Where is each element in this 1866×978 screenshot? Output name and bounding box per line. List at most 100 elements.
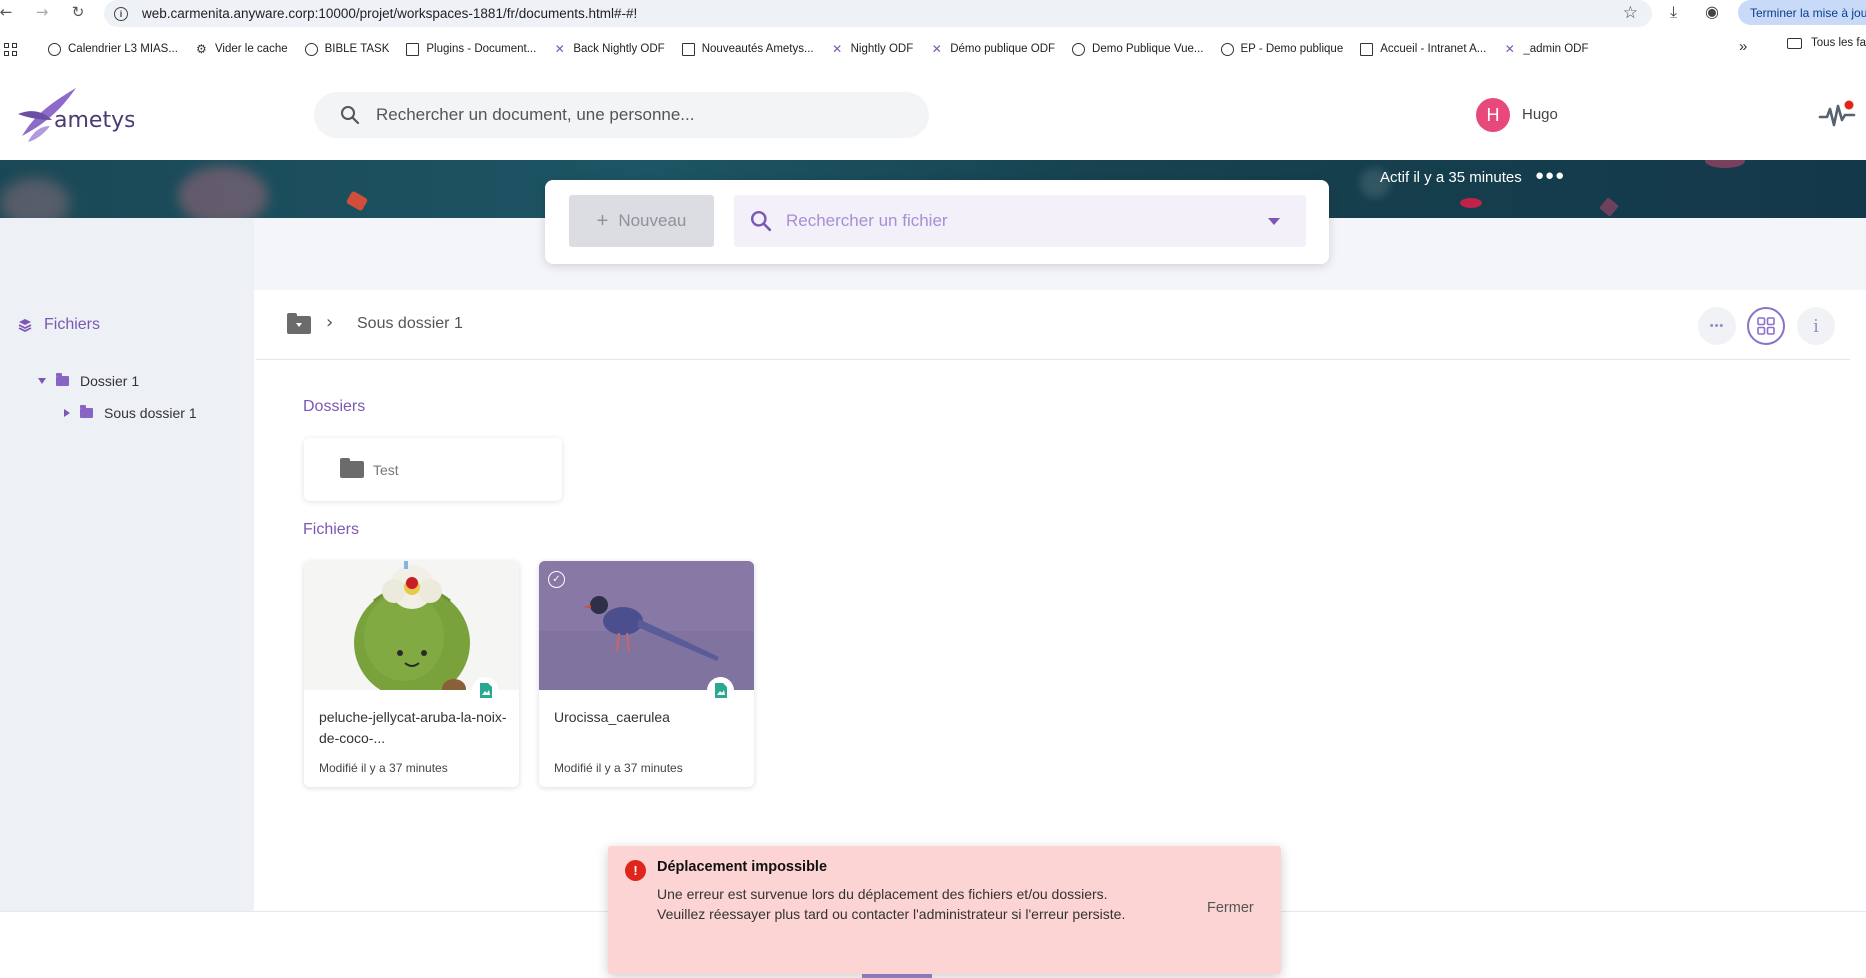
all-bookmarks-folder[interactable]: Tous les favoris — [1787, 37, 1866, 49]
globe-icon — [304, 42, 318, 56]
status-more-icon[interactable]: ●●● — [1535, 167, 1565, 184]
update-browser-button[interactable]: Terminer la mise à jour — [1738, 0, 1866, 25]
apps-grid-icon[interactable] — [4, 43, 17, 56]
bookmark-label: BIBLE TASK — [324, 43, 390, 55]
butterfly-icon: ✕ — [1504, 42, 1515, 56]
tree-item-sous-dossier-1[interactable]: Sous dossier 1 — [64, 405, 197, 421]
bookmark-item[interactable]: Plugins - Document... — [406, 42, 537, 56]
file-modified-date: Modifié il y a 37 minutes — [319, 761, 448, 775]
file-card[interactable]: peluche-jellycat-aruba-la-noix-de-coco-.… — [304, 561, 519, 787]
profile-icon[interactable]: ◉ — [1705, 2, 1719, 21]
activity-status: Actif il y a 35 minutes — [1380, 169, 1522, 186]
image-file-icon — [707, 677, 734, 704]
ellipsis-icon: ••• — [1709, 320, 1725, 332]
toast-title: Déplacement impossible — [657, 859, 828, 875]
documents-panel: › Sous dossier 1 ••• i Dossiers Test Fic… — [256, 290, 1850, 911]
doc-icon — [681, 42, 695, 56]
caret-down-icon[interactable] — [38, 378, 46, 384]
reload-icon[interactable]: ↻ — [68, 2, 88, 22]
back-arrow-icon[interactable]: ← — [0, 2, 16, 22]
bookmark-item[interactable]: Nouveautés Ametys... — [681, 42, 814, 56]
select-checkbox-icon[interactable]: ✓ — [548, 571, 565, 588]
folder-icon — [1787, 37, 1802, 49]
gear-icon: ⚙ — [196, 42, 207, 56]
download-icon[interactable]: ⤓ — [1670, 2, 1677, 22]
close-toast-button[interactable]: Fermer — [1207, 900, 1254, 916]
bookmark-item[interactable]: Accueil - Intranet A... — [1360, 42, 1487, 56]
caret-right-icon[interactable] — [64, 409, 70, 417]
bookmark-item[interactable]: ✕ Démo publique ODF — [930, 42, 1056, 56]
bookmark-item[interactable]: Calendrier L3 MIAS... — [48, 42, 178, 56]
files-section-label: Fichiers — [303, 521, 360, 538]
file-name: Urocissa_caerulea — [554, 709, 670, 725]
bookmark-item[interactable]: Demo Publique Vue... — [1072, 42, 1204, 56]
new-button[interactable]: + Nouveau — [569, 195, 714, 247]
bookmark-label: EP - Demo publique — [1240, 43, 1344, 55]
bookmark-item[interactable]: EP - Demo publique — [1220, 42, 1344, 56]
banner-petal — [1599, 197, 1619, 217]
bookmark-item[interactable]: BIBLE TASK — [304, 42, 390, 56]
ametys-logo[interactable]: ametys — [14, 86, 134, 144]
coconut-plush-image — [354, 561, 470, 690]
globe-icon — [48, 42, 61, 56]
layers-icon — [18, 319, 32, 332]
search-icon — [750, 210, 772, 232]
url-field[interactable]: i web.carmenita.anyware.corp:10000/proje… — [104, 0, 1652, 27]
bookmark-star-icon[interactable]: ☆ — [1623, 3, 1638, 23]
avatar[interactable]: H — [1476, 98, 1510, 132]
bookmark-label: Vider le cache — [214, 43, 288, 55]
bookmark-label: Calendrier L3 MIAS... — [68, 43, 178, 55]
banner-petal — [1705, 160, 1745, 168]
bookmark-label: Démo publique ODF — [950, 43, 1056, 55]
banner-petal — [1460, 198, 1482, 208]
more-actions-button[interactable]: ••• — [1698, 307, 1736, 345]
toast-message: Une erreur est survenue lors du déplacem… — [657, 886, 1126, 922]
site-info-icon[interactable]: i — [114, 6, 128, 21]
forward-arrow-icon[interactable]: → — [32, 2, 52, 22]
user-name[interactable]: Hugo — [1522, 106, 1558, 123]
folder-card-test[interactable]: Test — [304, 438, 562, 501]
file-thumbnail — [304, 561, 519, 690]
tree-item-dossier-1[interactable]: Dossier 1 — [38, 373, 139, 389]
bookmark-item[interactable]: ✕ Back Nightly ODF — [553, 42, 665, 56]
grid-view-button[interactable] — [1747, 307, 1785, 345]
new-button-label: Nouveau — [618, 211, 687, 230]
bookmark-item[interactable]: ✕ _admin ODF — [1503, 42, 1589, 56]
butterfly-icon: ✕ — [931, 42, 942, 56]
file-search-bar[interactable] — [734, 195, 1306, 247]
banner-petal — [0, 178, 70, 218]
image-file-icon — [472, 677, 499, 704]
globe-icon — [1072, 42, 1086, 56]
grid-icon — [1757, 317, 1775, 335]
globe-icon — [1220, 42, 1234, 56]
logo-text: ametys — [54, 108, 134, 133]
app-header: ametys H Hugo — [0, 62, 1866, 160]
global-search-input[interactable] — [376, 105, 916, 125]
breadcrumb-current: Sous dossier 1 — [357, 315, 463, 332]
sidebar-title[interactable]: Fichiers — [18, 316, 100, 334]
plus-icon: + — [596, 209, 609, 232]
butterfly-icon: ✕ — [832, 42, 843, 56]
bookmark-label: Plugins - Document... — [426, 43, 537, 55]
bookmark-label: Back Nightly ODF — [573, 43, 665, 55]
activity-feed-icon[interactable] — [1818, 100, 1856, 130]
bookmark-item[interactable]: ⚙ Vider le cache — [195, 42, 288, 56]
file-card[interactable]: ✓ Urocissa_caerulea Modifié il y a 37 mi… — [539, 561, 754, 787]
error-toast: ! Déplacement impossible Une erreur est … — [608, 846, 1281, 974]
root-folder-icon[interactable] — [287, 313, 311, 334]
sidebar-title-label: Fichiers — [44, 316, 101, 333]
bookmark-label: Nouveautés Ametys... — [701, 43, 814, 55]
more-bookmarks-button[interactable]: » — [1739, 38, 1747, 55]
chevron-down-icon[interactable] — [1268, 218, 1280, 225]
breadcrumb: › Sous dossier 1 ••• i — [256, 290, 1850, 360]
folders-section-label: Dossiers — [303, 398, 366, 415]
bookmark-item[interactable]: ✕ Nightly ODF — [831, 42, 913, 56]
actions-toolbar: + Nouveau — [545, 180, 1329, 264]
info-button[interactable]: i — [1797, 307, 1835, 345]
file-search-input[interactable] — [786, 211, 1246, 231]
bookmarks-bar: Calendrier L3 MIAS... ⚙ Vider le cache BI… — [48, 36, 1866, 62]
global-search-bar[interactable] — [314, 92, 929, 138]
bookmark-label: Accueil - Intranet A... — [1380, 43, 1487, 55]
folder-name: Test — [373, 461, 399, 478]
info-icon: i — [1813, 315, 1819, 337]
